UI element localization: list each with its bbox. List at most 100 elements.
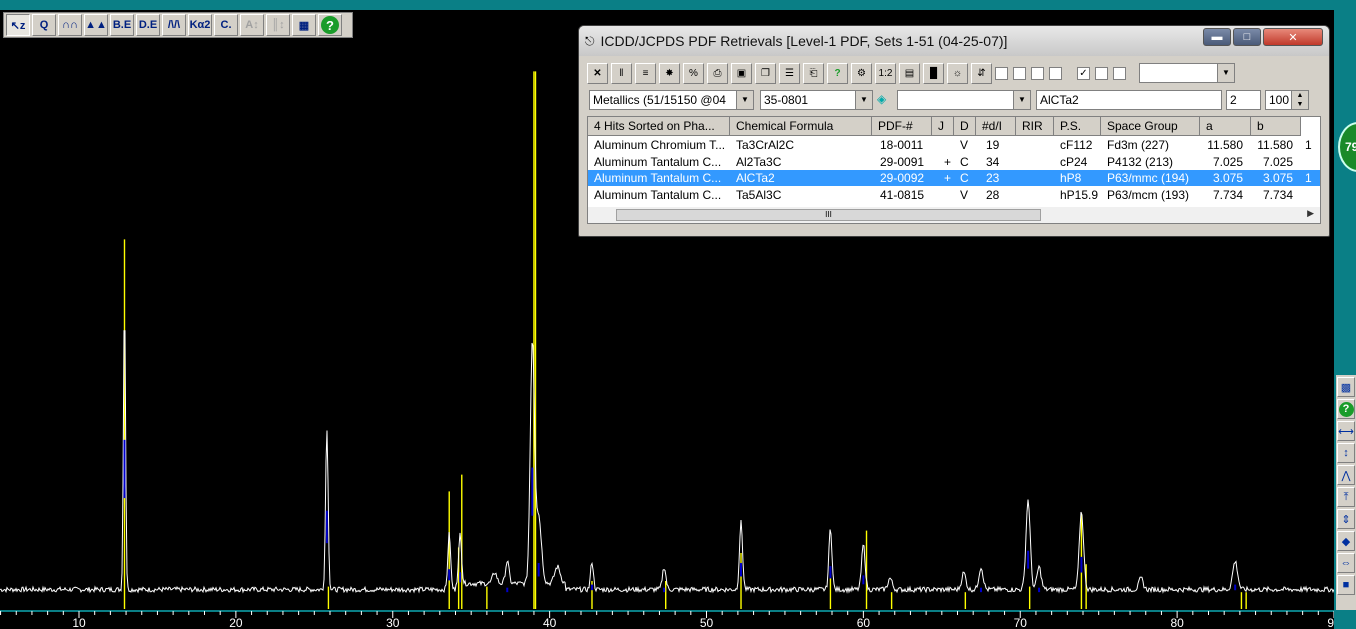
help-icon[interactable]: ? bbox=[827, 62, 848, 84]
column-header[interactable]: RIR bbox=[1016, 117, 1054, 136]
column-header[interactable]: a bbox=[1200, 117, 1251, 136]
table-row[interactable]: Aluminum Tantalum C... AlCTa2 29-0092 + C 23 h… bbox=[588, 170, 1320, 186]
background-edit-button[interactable]: B.E bbox=[110, 14, 134, 36]
expand-vertical-icon[interactable]: ⇕ bbox=[1337, 509, 1355, 529]
option-checkbox[interactable] bbox=[1013, 66, 1026, 80]
strip-icon[interactable]: ▩ bbox=[1337, 377, 1355, 397]
column-header[interactable]: P.S. bbox=[1054, 117, 1101, 136]
close-x-icon[interactable]: ✕ bbox=[587, 62, 608, 84]
compress-vertical-icon[interactable]: ↕ bbox=[1337, 443, 1355, 463]
help-icon[interactable]: ? bbox=[1337, 399, 1355, 419]
move-top-icon[interactable]: ⤒ bbox=[1337, 487, 1355, 507]
ka2-strip-button[interactable]: Kα2 bbox=[188, 14, 212, 36]
scroll-up-icon[interactable]: ⋀ bbox=[1337, 465, 1355, 485]
report-icon[interactable]: ☰ bbox=[779, 62, 800, 84]
table-cell bbox=[1022, 154, 1054, 170]
table-row[interactable]: Aluminum Tantalum C... Ta5Al3C 41-0815 V 28 h… bbox=[588, 187, 1320, 203]
percent-icon[interactable]: % bbox=[683, 62, 704, 84]
open-folder-icon[interactable]: ⎗ bbox=[803, 62, 824, 84]
peak-fill-button[interactable]: ▲▲ bbox=[84, 14, 108, 36]
spinner-arrows-icon[interactable]: ▲ ▼ bbox=[1291, 91, 1308, 109]
horizontal-scrollbar[interactable]: III ▶ bbox=[588, 207, 1320, 223]
scroll-thumb[interactable]: III bbox=[616, 209, 1041, 221]
column-header[interactable]: 4 Hits Sorted on Pha... bbox=[588, 117, 730, 136]
option-checkbox[interactable] bbox=[1095, 66, 1108, 80]
sun-icon[interactable]: ☼ bbox=[947, 62, 968, 84]
chevron-down-icon[interactable]: ▼ bbox=[736, 91, 753, 109]
chevron-down-icon[interactable]: ▼ bbox=[1217, 64, 1234, 82]
table-cell: Ta3CrAl2C bbox=[736, 138, 795, 152]
copy-icon[interactable]: ❐ bbox=[755, 62, 776, 84]
color-wheel-icon[interactable]: ✸ bbox=[659, 62, 680, 84]
subfile-combo[interactable]: Metallics (51/15150 @04 ▼ bbox=[589, 90, 754, 110]
print-icon[interactable]: ⎙ bbox=[707, 62, 728, 84]
chevron-down-icon[interactable]: ▼ bbox=[1013, 91, 1030, 109]
table-cell: hP8 bbox=[1060, 171, 1082, 185]
column-header[interactable]: J bbox=[932, 117, 954, 136]
peak-pick-button[interactable]: ∩∩ bbox=[58, 14, 82, 36]
column-header[interactable]: Chemical Formula bbox=[730, 117, 872, 136]
option-combo[interactable]: ▼ bbox=[1139, 63, 1235, 83]
profile-fit-button[interactable]: /\/\ bbox=[162, 14, 186, 36]
column-header[interactable]: Space Group bbox=[1101, 117, 1200, 136]
data-edit-button[interactable]: D.E bbox=[136, 14, 160, 36]
element-combo[interactable]: ▼ bbox=[897, 90, 1031, 110]
table-cell: 23 bbox=[986, 171, 1000, 185]
sort-icon[interactable]: ⇵ bbox=[971, 62, 992, 84]
calculate-button[interactable]: C. bbox=[214, 14, 238, 36]
gear-icon[interactable]: ⚙ bbox=[851, 62, 872, 84]
option-checkbox[interactable] bbox=[995, 66, 1008, 80]
option-checkbox[interactable] bbox=[1049, 66, 1062, 80]
bar-plot-icon[interactable]: ‖ bbox=[611, 62, 632, 84]
retrieval-toolbar: ✕ ‖ ≡ ✸% ⎙ ▣ ❐ ☰ ⎗? ⚙ 1:2 ▤ █ ☼ ⇵ ✓ ▼ bbox=[587, 60, 1321, 86]
scroll-right-icon[interactable]: ▶ bbox=[1307, 208, 1314, 219]
pan-horizontal-icon[interactable]: ⇔ bbox=[1337, 553, 1355, 573]
table-cell: V bbox=[960, 187, 969, 202]
list-icon[interactable]: ≡ bbox=[635, 62, 656, 84]
table-cell: 29-0091 bbox=[880, 154, 925, 169]
close-button[interactable]: ✕ bbox=[1263, 28, 1323, 46]
window-titlebar[interactable]: ⎋ ICDD/JCPDS PDF Retrievals [Level-1 PDF… bbox=[579, 26, 1329, 56]
chevron-down-icon[interactable]: ▼ bbox=[855, 91, 872, 109]
x-tick-label: 50 bbox=[700, 616, 714, 629]
color-bars-icon[interactable]: █ bbox=[923, 62, 944, 84]
table-cell: P63/mmc (194) bbox=[1107, 171, 1190, 185]
column-header[interactable]: D bbox=[954, 117, 976, 136]
pdf-number-value: 35-0801 bbox=[764, 93, 809, 107]
right-toolbar: ▩ ? ⟷ ↕ ⋀ ⤒ ⇕ ◆ ⇔ ■ bbox=[1336, 375, 1356, 610]
compare-icon[interactable]: ▤ bbox=[899, 62, 920, 84]
table-cell: V bbox=[960, 138, 969, 152]
maximize-button[interactable]: □ bbox=[1233, 28, 1261, 46]
stop-icon[interactable]: ■ bbox=[1337, 575, 1355, 595]
table-row[interactable]: Aluminum Chromium T... Ta3CrAl2C 18-0011 V 1… bbox=[588, 137, 1320, 153]
diamond-icon[interactable]: ◆ bbox=[1337, 531, 1355, 551]
pdf-number-combo[interactable]: 35-0801 ▼ bbox=[760, 90, 873, 110]
x-tick-label: 30 bbox=[386, 616, 400, 629]
minimize-button[interactable]: ▬ bbox=[1203, 28, 1231, 46]
column-header[interactable]: #d/I bbox=[976, 117, 1016, 136]
ratio-icon[interactable]: 1:2 bbox=[875, 62, 896, 84]
max-hits-spinner[interactable]: 100 ▲ ▼ bbox=[1265, 90, 1309, 110]
formula-input[interactable] bbox=[1036, 90, 1222, 110]
column-header[interactable]: b bbox=[1251, 117, 1301, 136]
save-icon[interactable]: ▣ bbox=[731, 62, 752, 84]
table-cell: 28 bbox=[986, 187, 1000, 202]
element-table-icon[interactable]: ◈ bbox=[877, 92, 891, 108]
column-header[interactable]: PDF-# bbox=[872, 117, 932, 136]
select-tool-button[interactable]: ↖z bbox=[6, 14, 30, 36]
option-checkbox[interactable]: ✓ bbox=[1077, 66, 1090, 80]
table-cell: + bbox=[944, 154, 952, 169]
option-checkbox[interactable] bbox=[1031, 66, 1044, 80]
zoom-tool-button[interactable]: Q bbox=[32, 14, 56, 36]
option-checkbox[interactable] bbox=[1113, 66, 1126, 80]
bar-scale-button[interactable]: ║↕ bbox=[266, 14, 290, 36]
expand-horizontal-icon[interactable]: ⟷ bbox=[1337, 421, 1355, 441]
min-elements-input[interactable] bbox=[1226, 90, 1261, 110]
window-title: ICDD/JCPDS PDF Retrievals [Level-1 PDF, … bbox=[600, 33, 1008, 49]
auto-scale-button[interactable]: A↕ bbox=[240, 14, 264, 36]
help-button[interactable]: ? bbox=[318, 14, 342, 36]
grid-view-button[interactable]: ▦ bbox=[292, 14, 316, 36]
table-cell: 34 bbox=[986, 154, 1000, 169]
table-row[interactable]: Aluminum Tantalum C... Al2Ta3C 29-0091 + C 34… bbox=[588, 154, 1320, 170]
table-cell bbox=[1305, 154, 1320, 170]
